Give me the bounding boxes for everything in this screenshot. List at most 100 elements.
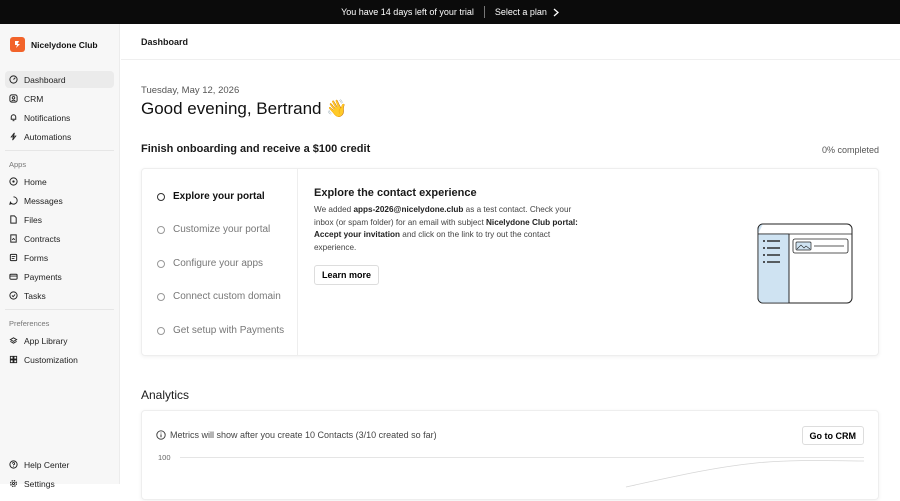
sidebar-item-payments[interactable]: Payments	[5, 268, 114, 285]
bell-icon	[10, 114, 17, 122]
sidebar-item-label: Payments	[24, 271, 62, 282]
y-tick-label: 100	[158, 453, 171, 462]
trial-banner: You have 14 days left of your trial Sele…	[0, 0, 900, 24]
radio-icon	[157, 192, 165, 201]
sidebar-item-label: Forms	[24, 252, 49, 263]
trial-message: You have 14 days left of your trial	[341, 7, 474, 17]
analytics-title: Analytics	[141, 388, 190, 402]
onboarding-step-payments[interactable]: Get setup with Payments	[157, 325, 284, 336]
payment-icon	[9, 273, 18, 280]
step-label: Connect custom domain	[173, 291, 281, 302]
help-icon	[9, 460, 18, 469]
analytics-card: Metrics will show after you create 10 Co…	[141, 410, 879, 500]
app-library-icon	[9, 337, 18, 344]
radio-icon	[157, 259, 165, 268]
radio-icon	[157, 326, 165, 335]
sidebar-item-label: Automations	[24, 131, 72, 142]
onboarding-step-customize-portal[interactable]: Customize your portal	[157, 224, 270, 235]
preferences-nav: App Library Customization	[0, 332, 119, 368]
learn-more-button[interactable]: Learn more	[314, 265, 380, 285]
sidebar-item-label: Notifications	[24, 112, 71, 123]
brand-logo-icon	[10, 37, 25, 52]
select-plan-label: Select a plan	[494, 7, 547, 17]
file-icon	[10, 215, 17, 224]
customization-icon	[9, 355, 18, 364]
info-icon	[156, 430, 166, 440]
preferences-heading: Preferences	[9, 319, 50, 328]
sidebar-item-forms[interactable]: Forms	[5, 249, 114, 266]
onboarding-card: Explore your portal Customize your porta…	[141, 168, 879, 356]
trial-divider	[483, 6, 485, 18]
current-date: Tuesday, May 12, 2026	[141, 85, 240, 96]
sidebar-item-label: CRM	[24, 93, 44, 104]
onboarding-step-configure-apps[interactable]: Configure your apps	[157, 258, 263, 269]
metrics-note-text: Metrics will show after you create 10 Co…	[170, 430, 437, 440]
chart-placeholder-line	[625, 460, 865, 488]
form-icon	[9, 253, 18, 262]
main-content: Tuesday, May 12, 2026 Good evening, Bert…	[121, 60, 900, 500]
page-header: Dashboard	[121, 24, 900, 60]
test-contact-email: apps-2026@nicelydone.club	[353, 205, 464, 214]
sidebar-item-notifications[interactable]: Notifications	[5, 109, 114, 126]
sidebar-item-label: Customization	[24, 354, 78, 365]
radio-icon	[157, 292, 165, 301]
breadcrumb: Dashboard	[141, 36, 189, 47]
detail-title: Explore the contact experience	[314, 187, 477, 199]
sidebar-item-label: App Library	[24, 335, 68, 346]
step-label: Explore your portal	[173, 191, 265, 202]
contract-icon	[10, 234, 17, 243]
select-plan-link[interactable]: Select a plan	[495, 7, 559, 17]
onboarding-title: Finish onboarding and receive a $100 cre…	[141, 143, 371, 155]
apps-nav: Home Messages Files Contracts Forms Paym…	[0, 173, 119, 304]
sidebar-item-label: Messages	[24, 195, 63, 206]
lightning-icon	[10, 132, 17, 141]
metrics-note: Metrics will show after you create 10 Co…	[156, 430, 437, 440]
step-label: Customize your portal	[173, 224, 271, 235]
sidebar-item-files[interactable]: Files	[5, 211, 114, 228]
sidebar-item-label: Help Center	[24, 459, 70, 470]
home-icon	[9, 177, 18, 186]
message-icon	[9, 196, 18, 205]
step-label: Get setup with Payments	[173, 325, 285, 336]
sidebar-item-tasks[interactable]: Tasks	[5, 287, 114, 304]
sidebar-item-crm[interactable]: CRM	[5, 90, 114, 107]
dashboard-icon	[9, 75, 18, 84]
onboarding-step-explore-portal[interactable]: Explore your portal	[157, 191, 265, 202]
onboarding-step-custom-domain[interactable]: Connect custom domain	[157, 291, 281, 302]
main-nav: Dashboard CRM Notifications Automations	[0, 71, 119, 145]
task-icon	[9, 291, 18, 300]
detail-description: We added apps-2026@nicelydone.club as a …	[314, 204, 584, 254]
sidebar: Nicelydone Club Dashboard CRM Notificati…	[0, 24, 120, 489]
sidebar-item-messages[interactable]: Messages	[5, 192, 114, 209]
sidebar-footer: Help Center Settings	[0, 454, 120, 494]
user-icon	[9, 94, 18, 103]
sidebar-item-home[interactable]: Home	[5, 173, 114, 190]
step-label: Configure your apps	[173, 258, 264, 269]
chevron-right-icon	[553, 8, 559, 16]
radio-icon	[157, 225, 165, 234]
sidebar-item-label: Tasks	[24, 290, 46, 301]
onboarding-steps: Explore your portal Customize your porta…	[142, 169, 298, 355]
sidebar-item-label: Files	[24, 214, 42, 225]
detail-text-part: We added	[314, 205, 354, 214]
sidebar-item-customization[interactable]: Customization	[5, 351, 114, 368]
brand-name: Nicelydone Club	[31, 39, 98, 50]
sidebar-divider	[5, 309, 114, 310]
sidebar-item-app-library[interactable]: App Library	[5, 332, 114, 349]
sidebar-item-help-center[interactable]: Help Center	[5, 456, 115, 473]
sidebar-item-label: Dashboard	[24, 74, 66, 85]
sidebar-item-automations[interactable]: Automations	[5, 128, 114, 145]
sidebar-item-label: Contracts	[24, 233, 61, 244]
onboarding-detail: Explore the contact experience We added …	[314, 187, 584, 254]
brand[interactable]: Nicelydone Club	[0, 24, 119, 65]
page-title: Good evening, Bertrand 👋	[141, 99, 348, 118]
sidebar-item-label: Home	[24, 176, 47, 187]
sidebar-item-dashboard[interactable]: Dashboard	[5, 71, 114, 88]
analytics-chart: 100	[158, 453, 865, 488]
sidebar-item-contracts[interactable]: Contracts	[5, 230, 114, 247]
sidebar-divider	[5, 150, 114, 151]
portal-illustration	[757, 223, 853, 304]
apps-heading: Apps	[9, 160, 27, 169]
go-to-crm-button[interactable]: Go to CRM	[801, 426, 864, 445]
onboarding-progress: 0% completed	[821, 145, 879, 155]
